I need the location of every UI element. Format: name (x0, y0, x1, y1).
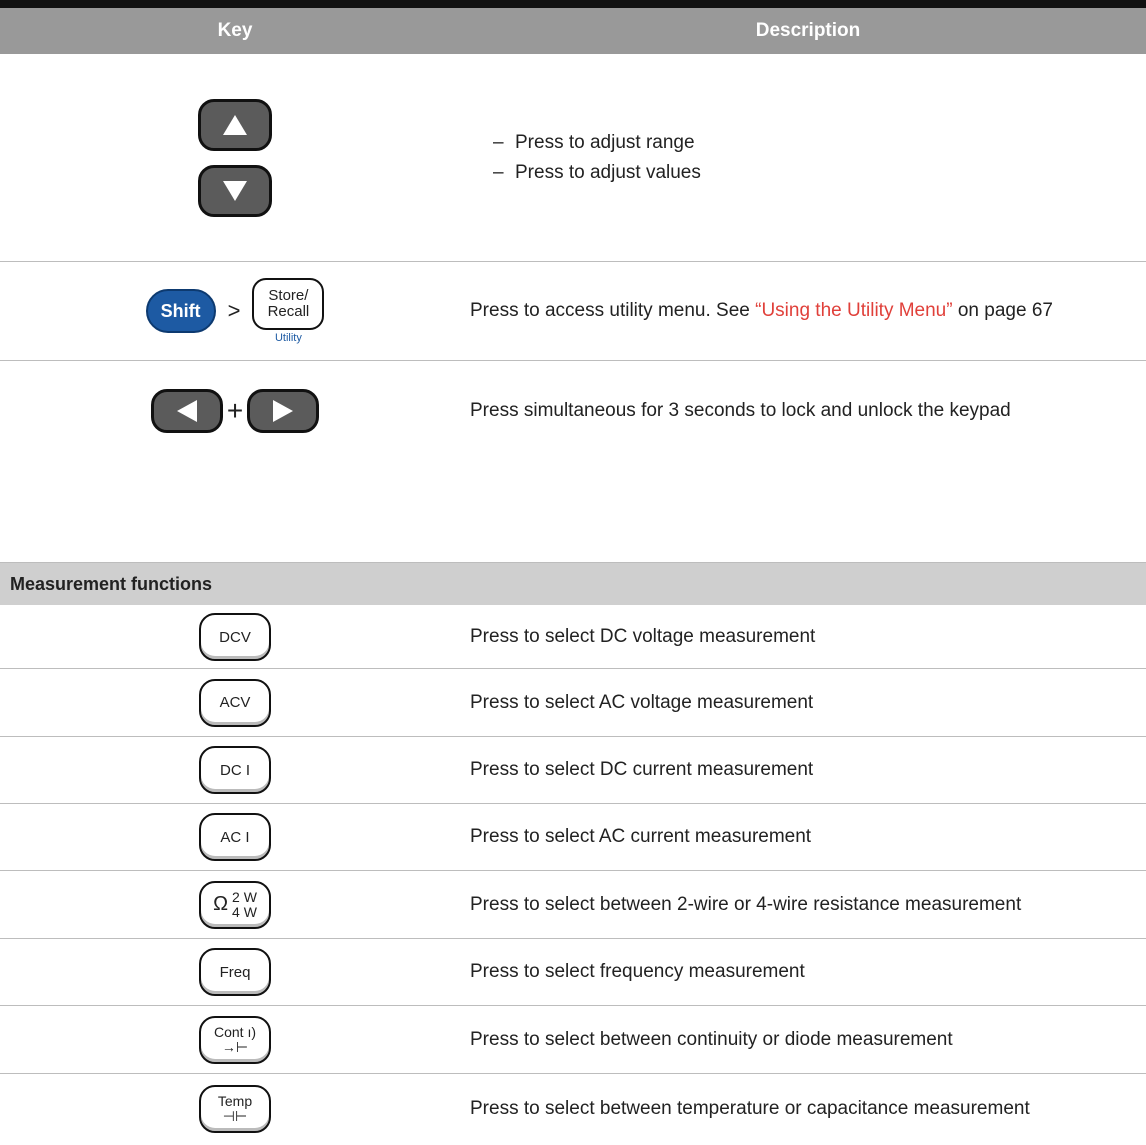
table-row: AC I Press to select AC current measurem… (0, 804, 1146, 871)
left-arrow-key[interactable] (150, 389, 223, 433)
capacitor-icon: ⊣⊢ (222, 1108, 248, 1124)
right-arrow-icon (273, 400, 294, 422)
down-arrow-key[interactable] (198, 164, 272, 217)
then-chevron-icon: > (227, 298, 241, 323)
desc-cell: Press to access utility menu. See “Using… (470, 300, 1053, 321)
acv-key[interactable]: ACV (199, 678, 271, 727)
header-description: Description (755, 20, 861, 41)
key-cell: + (0, 361, 470, 461)
up-arrow-icon (223, 114, 247, 135)
header-key: Key (217, 20, 253, 41)
store-recall-key[interactable]: Store/ Recall (252, 278, 325, 330)
dci-key[interactable]: DC I (199, 746, 271, 794)
desc-cell: – Press to adjust range – Press to adjust … (493, 54, 1136, 261)
table-row: Temp ⊣⊢ Press to select between temperatu… (0, 1074, 1146, 1144)
table-row: Ω 2 W4 W Press to select between 2-wire … (0, 871, 1146, 939)
left-arrow-icon (176, 400, 197, 422)
list-item: – Press to adjust range (493, 131, 695, 153)
table-row: Cont ı) →⊢ Press to select between contin… (0, 1006, 1146, 1074)
key-cell (0, 54, 470, 261)
key-cell: Shift > Store/ Recall Utility (0, 262, 470, 360)
diode-icon: →⊢ (221, 1038, 249, 1055)
aci-key[interactable]: AC I (199, 813, 271, 861)
plus-sign: + (226, 395, 244, 426)
desc-cell: Press simultaneous for 3 seconds to lock… (470, 400, 1011, 421)
resistance-key[interactable]: Ω 2 W4 W (199, 880, 271, 929)
temp-capacitance-key[interactable]: Temp ⊣⊢ (199, 1085, 271, 1133)
list-item: – Press to adjust values (493, 161, 701, 183)
section-header: Measurement functions (0, 563, 1146, 605)
table-header: Key Description (0, 8, 1146, 54)
dcv-key[interactable]: DCV (199, 613, 271, 661)
continuity-diode-key[interactable]: Cont ı) →⊢ (199, 1015, 271, 1064)
table-row: DC I Press to select DC current measurem… (0, 737, 1146, 804)
down-arrow-icon (223, 180, 247, 201)
table-row-updown: – Press to adjust range – Press to adjust … (0, 54, 1146, 262)
utility-menu-link[interactable]: “Using the Utility Menu” (755, 300, 952, 321)
ohm-icon: Ω (213, 893, 229, 915)
table-row: ACV Press to select AC voltage measureme… (0, 669, 1146, 737)
table-row: Freq Press to select frequency measureme… (0, 939, 1146, 1006)
top-rule (0, 0, 1146, 8)
shift-key[interactable]: Shift (145, 289, 216, 333)
utility-label: Utility (274, 332, 302, 344)
table-row-lock: + Press simultaneous for 3 seconds to lo… (0, 361, 1146, 563)
table-row-utility: Shift > Store/ Recall Utility Press to a… (0, 262, 1146, 361)
table-row: DCV Press to select DC voltage measureme… (0, 606, 1146, 669)
right-arrow-key[interactable] (247, 389, 320, 433)
up-arrow-key[interactable] (198, 98, 272, 151)
freq-key[interactable]: Freq (199, 948, 271, 996)
